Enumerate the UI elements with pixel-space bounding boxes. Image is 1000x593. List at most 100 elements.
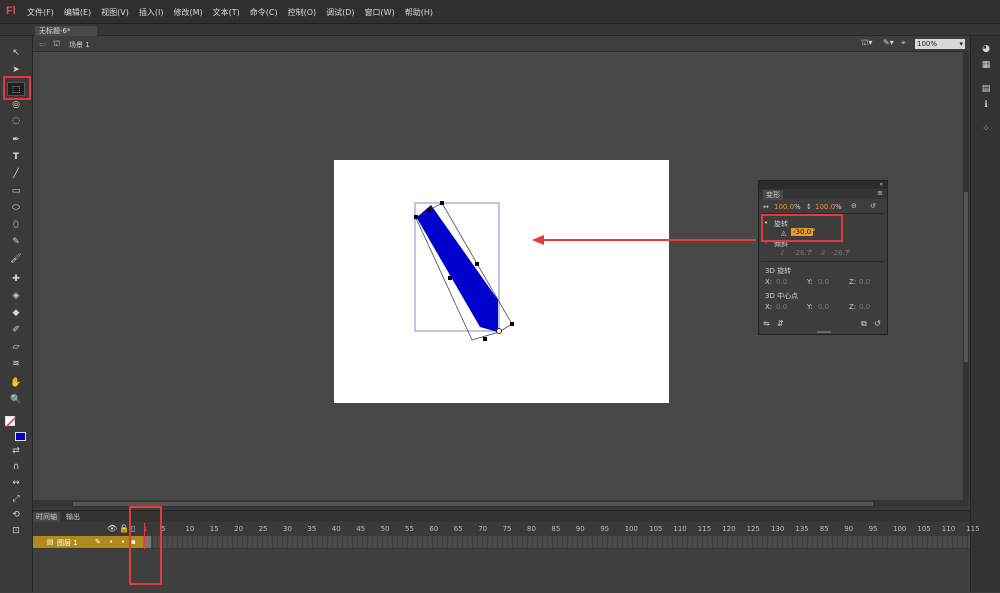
eraser-tool-icon[interactable]: ▱	[7, 340, 25, 354]
flip-horizontal-icon[interactable]: ⇋	[763, 319, 770, 328]
stroke-color-swatch[interactable]	[5, 416, 17, 428]
scale-icon[interactable]: ⊡	[7, 524, 25, 538]
vertical-scrollbar[interactable]	[963, 52, 969, 500]
transform-handle[interactable]	[448, 276, 452, 280]
menu-file[interactable]: 文件(F)	[27, 7, 54, 18]
lasso-tool-icon[interactable]: ◌	[7, 114, 25, 128]
document-tab[interactable]: 无标题-6*	[35, 26, 97, 36]
paint-bucket-tool-icon[interactable]: ◈	[7, 289, 25, 303]
right-panel-dock: ◕ ▦ ▤ ℹ ⁘	[970, 36, 1000, 592]
show-hide-icon[interactable]: 👁	[107, 524, 117, 533]
oval-tool-icon[interactable]: ⬭	[7, 201, 25, 215]
menu-debug[interactable]: 调试(D)	[326, 7, 354, 18]
rotate-3d-y-value[interactable]: 0.0	[818, 278, 829, 286]
height-scale-value[interactable]: 100.0	[815, 203, 835, 211]
menu-commands[interactable]: 命令(C)	[250, 7, 278, 18]
reset-scale-icon[interactable]: ↺	[870, 202, 876, 210]
menu-edit[interactable]: 编辑(E)	[64, 7, 91, 18]
scene-icon: ⛫	[53, 39, 61, 48]
hand-tool-icon[interactable]: ✋	[7, 376, 25, 390]
layer-name[interactable]: 图层 1	[57, 538, 78, 548]
scroll-thumb[interactable]	[964, 192, 968, 362]
line-tool-icon[interactable]: ╱	[7, 167, 25, 181]
remove-transform-icon[interactable]: ↺	[874, 319, 881, 328]
panel-header[interactable]: «	[759, 181, 887, 189]
info-panel-icon[interactable]: ℹ	[977, 98, 995, 112]
ink-bottle-tool-icon[interactable]: ◆	[7, 306, 25, 320]
scroll-thumb[interactable]	[73, 502, 873, 506]
menu-modify[interactable]: 修改(M)	[173, 7, 202, 18]
menu-text[interactable]: 文本(T)	[213, 7, 240, 18]
visibility-dot[interactable]: •	[109, 538, 113, 546]
frame-number: 100	[893, 525, 907, 533]
transform-handle[interactable]	[427, 208, 431, 212]
transform-handle[interactable]	[414, 215, 418, 219]
horizontal-scrollbar[interactable]	[33, 500, 968, 508]
rotate-3d-z-value[interactable]: 0.0	[859, 278, 870, 286]
transform-panel: « 变形 ≡ ↔ 100.0 % ↕ 100.0 % ⊖ ↺ • 旋转 ◬ -3…	[758, 180, 888, 335]
lock-dot[interactable]: •	[121, 538, 125, 546]
transform-handle[interactable]	[440, 201, 444, 205]
edit-symbols-icon[interactable]: ⛫▾	[861, 38, 872, 48]
lock-icon[interactable]: 🔒	[119, 524, 129, 533]
swap-colors-icon[interactable]: ⇄	[7, 444, 25, 458]
frame-grid[interactable]	[143, 536, 970, 548]
tab-timeline[interactable]: 时间轴	[33, 512, 60, 522]
rotate-skew-icon[interactable]: ⟲	[7, 508, 25, 522]
zoom-tool-icon[interactable]: 🔍	[7, 393, 25, 407]
subselection-tool-icon[interactable]: ➤	[7, 63, 25, 77]
panel-menu-icon[interactable]: ≡	[877, 189, 883, 197]
width-scale-value[interactable]: 100.0	[774, 203, 794, 211]
transform-handle[interactable]	[475, 262, 479, 266]
menu-control[interactable]: 控制(O)	[288, 7, 317, 18]
blue-shape[interactable]	[417, 205, 498, 332]
resize-grip[interactable]	[817, 331, 831, 333]
constrain-icon[interactable]: ⊖	[851, 202, 857, 210]
menu-window[interactable]: 窗口(W)	[365, 7, 395, 18]
polystar-tool-icon[interactable]: ⬯	[7, 218, 25, 232]
transform-handle[interactable]	[510, 322, 514, 326]
center-3d-x-value[interactable]: 0.0	[776, 303, 787, 311]
tab-output[interactable]: 输出	[63, 512, 83, 522]
brush-tool-icon[interactable]: 🖌	[7, 252, 25, 266]
menu-help[interactable]: 帮助(H)	[405, 7, 433, 18]
straighten-icon[interactable]: ⤢	[7, 492, 25, 506]
pen-tool-icon[interactable]: ✒	[7, 133, 25, 147]
swatches-panel-icon[interactable]: ▦	[977, 58, 995, 72]
eyedropper-tool-icon[interactable]: ✐	[7, 323, 25, 337]
selection-tool-icon[interactable]: ↖	[7, 46, 25, 60]
pencil-tool-icon[interactable]: ✎	[7, 235, 25, 249]
zoom-select[interactable]: 100% ▾	[915, 39, 965, 49]
align-panel-icon[interactable]: ▤	[977, 82, 995, 96]
center-3d-z-label: Z:	[849, 303, 857, 311]
no-color-icon	[5, 416, 17, 428]
center-3d-z-value[interactable]: 0.0	[859, 303, 870, 311]
snap-to-objects-icon[interactable]: ∩	[7, 460, 25, 474]
flip-vertical-icon[interactable]: ⇵	[777, 319, 784, 328]
center-3d-y-value[interactable]: 0.0	[818, 303, 829, 311]
transform-pivot[interactable]	[496, 328, 502, 334]
transform-handle[interactable]	[483, 337, 487, 341]
menu-insert[interactable]: 插入(I)	[139, 7, 164, 18]
color-panel-icon[interactable]: ◕	[977, 42, 995, 56]
fill-color-swatch[interactable]	[15, 432, 26, 441]
panel-title[interactable]: 变形	[763, 190, 783, 200]
collapse-icon[interactable]: «	[879, 181, 883, 188]
menu-view[interactable]: 视图(V)	[101, 7, 129, 18]
rectangle-tool-icon[interactable]: ▭	[7, 184, 25, 198]
edit-scene-icon[interactable]: ✎▾	[883, 38, 894, 47]
frame-number: 115	[966, 525, 980, 533]
frame-ruler[interactable]: 1 5 10 15 20 25 30 35 40 45 50 55 60 65 70 75 80 85 90 95 10…	[141, 523, 980, 535]
stage-artwork	[414, 201, 514, 341]
duplicate-transform-icon[interactable]: ⧉	[861, 319, 867, 329]
rotate-3d-x-value[interactable]: 0.0	[776, 278, 787, 286]
text-tool-icon[interactable]: T	[7, 150, 25, 164]
layer-row[interactable]: ▤ 图层 1 ✎ • • ▪	[33, 536, 143, 548]
back-arrow-icon[interactable]: ⇦	[39, 40, 46, 49]
center-stage-icon[interactable]: ⌖	[901, 38, 906, 48]
3d-rotation-tool-icon[interactable]: ◎	[7, 98, 25, 112]
width-tool-icon[interactable]: ≋	[7, 357, 25, 371]
transform-panel-icon[interactable]: ⁘	[977, 122, 995, 136]
smooth-icon[interactable]: ↭	[7, 476, 25, 490]
bone-tool-icon[interactable]: ✚	[7, 272, 25, 286]
